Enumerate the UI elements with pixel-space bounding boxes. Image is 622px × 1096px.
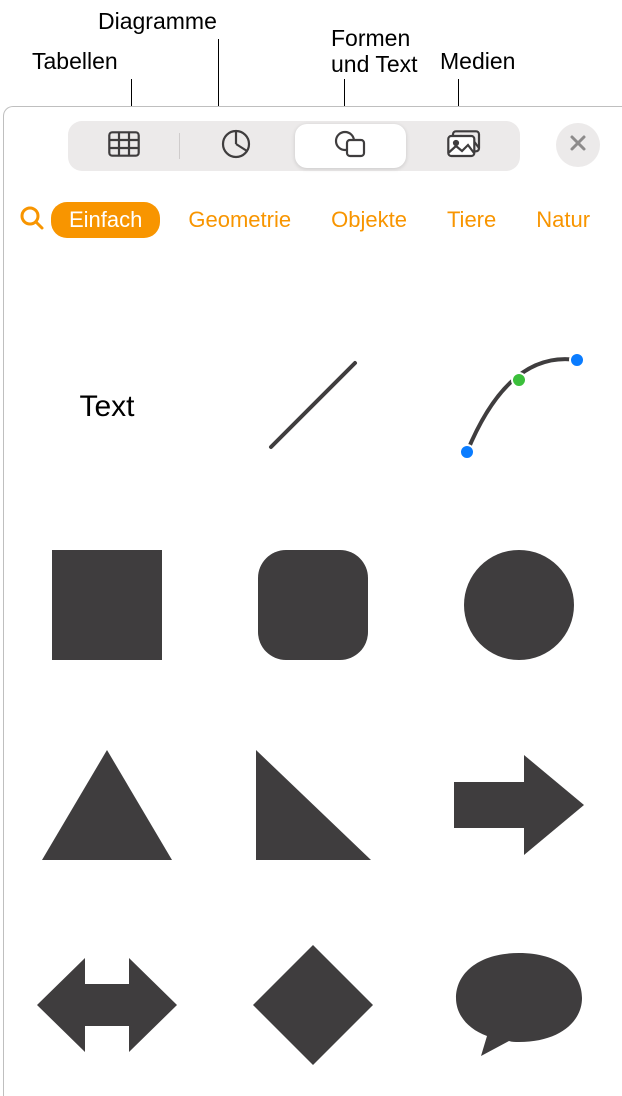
shapes-tab[interactable] <box>295 124 406 168</box>
triangle-icon <box>42 750 172 865</box>
circle-icon <box>464 550 574 665</box>
shape-curve[interactable] <box>434 322 604 492</box>
callout-layer: Tabellen Diagramme Formen und Text Medie… <box>0 0 622 108</box>
line-icon <box>253 345 373 470</box>
shapes-grid: Text <box>4 307 622 1096</box>
media-tab[interactable] <box>409 121 520 171</box>
shape-circle[interactable] <box>434 522 604 692</box>
double-arrow-icon <box>37 950 177 1065</box>
insert-panel: Einfach Geometrie Objekte Tiere Natur Te… <box>3 106 622 1096</box>
shape-square[interactable] <box>22 522 192 692</box>
shape-rounded-square[interactable] <box>228 522 398 692</box>
shape-double-arrow[interactable] <box>22 922 192 1092</box>
search-button[interactable] <box>19 205 45 235</box>
close-button[interactable] <box>556 123 600 167</box>
shape-category-row: Einfach Geometrie Objekte Tiere Natur <box>4 199 622 241</box>
shape-line[interactable] <box>228 322 398 492</box>
callout-tables: Tabellen <box>32 48 118 74</box>
right-triangle-icon <box>256 750 371 865</box>
callout-shapes-text: Formen und Text <box>331 25 418 78</box>
pie-chart-icon <box>221 129 251 164</box>
text-label: Text <box>79 390 134 424</box>
square-icon <box>52 550 162 665</box>
category-objekte[interactable]: Objekte <box>331 207 407 233</box>
media-icon <box>447 130 481 163</box>
curve-icon <box>449 340 589 475</box>
category-natur[interactable]: Natur <box>536 207 590 233</box>
rounded-square-icon <box>258 550 368 665</box>
callout-media: Medien <box>440 48 515 74</box>
shapes-icon <box>333 129 367 164</box>
shape-arrow-right[interactable] <box>434 722 604 892</box>
speech-bubble-icon <box>454 950 584 1065</box>
tables-tab[interactable] <box>68 121 179 171</box>
insert-type-segmented-control <box>68 121 520 171</box>
arrow-right-icon <box>454 750 584 865</box>
shape-speech-bubble[interactable] <box>434 922 604 1092</box>
shape-triangle[interactable] <box>22 722 192 892</box>
category-tiere[interactable]: Tiere <box>447 207 496 233</box>
search-icon <box>19 205 45 236</box>
diamond-icon <box>253 945 373 1070</box>
callout-charts: Diagramme <box>98 8 217 34</box>
close-icon <box>569 134 587 157</box>
shape-right-triangle[interactable] <box>228 722 398 892</box>
category-geometrie[interactable]: Geometrie <box>188 207 291 233</box>
charts-tab[interactable] <box>180 121 291 171</box>
shape-text[interactable]: Text <box>22 322 192 492</box>
category-einfach[interactable]: Einfach <box>51 202 160 238</box>
table-icon <box>108 131 140 162</box>
shape-diamond[interactable] <box>228 922 398 1092</box>
